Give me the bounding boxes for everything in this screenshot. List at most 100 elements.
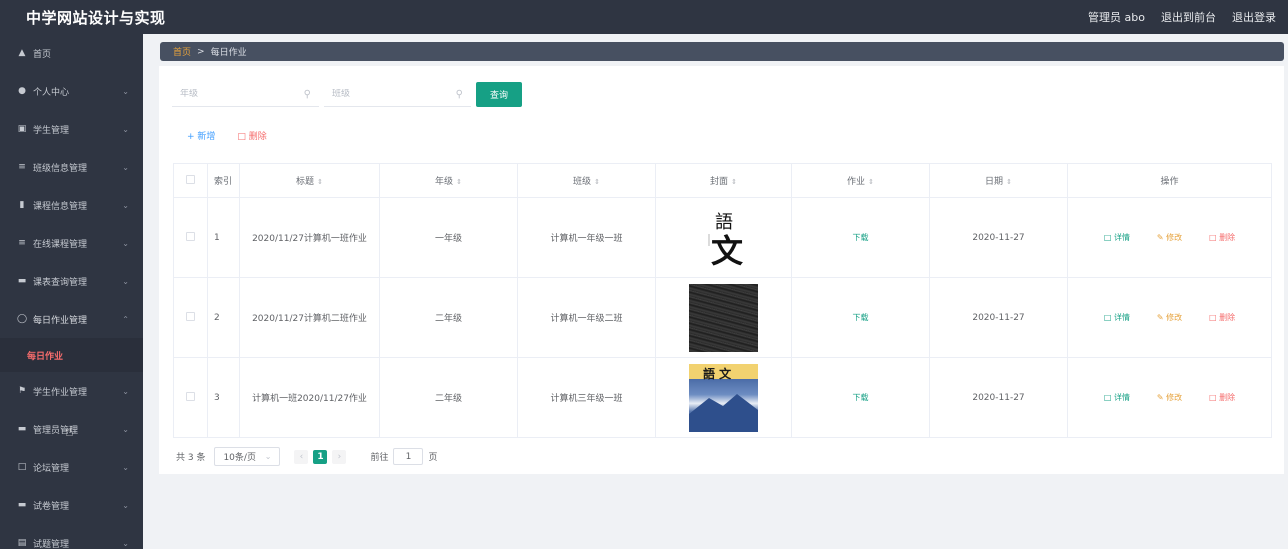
- edit-icon: ✎: [1156, 233, 1167, 242]
- frontend-link[interactable]: 退出到前台: [1161, 9, 1216, 25]
- svg-text:語: 語: [715, 212, 733, 233]
- sidebar-item-label: 试题管理: [33, 539, 70, 549]
- sidebar-item-questions[interactable]: ▤ 试题管理 ⌄: [0, 524, 143, 549]
- edit-button[interactable]: ✎ 修改: [1157, 393, 1182, 402]
- detail-label: 详情: [1114, 313, 1130, 322]
- delete-button[interactable]: □ 删除: [1209, 313, 1235, 322]
- delete-button[interactable]: □ 删除: [1209, 393, 1235, 402]
- column-header-ops: 操作: [1067, 163, 1272, 198]
- row-class: 计算机一年级一班: [517, 197, 656, 278]
- sidebar-item-course-info[interactable]: ▮ 课程信息管理 ⌄: [0, 186, 143, 224]
- detail-button[interactable]: □ 详情: [1104, 393, 1130, 402]
- select-all-cell: [173, 163, 208, 198]
- row-select-cell: [173, 197, 208, 278]
- flag-icon: ⚑: [17, 386, 27, 396]
- edit-button[interactable]: ✎ 修改: [1157, 233, 1182, 242]
- sidebar-item-forum[interactable]: □ 论坛管理 ⌄: [0, 448, 143, 486]
- edit-label: 修改: [1166, 313, 1183, 322]
- cover-image: [689, 283, 758, 352]
- breadcrumb: 首页 > 每日作业: [160, 42, 1284, 61]
- sidebar-item-students[interactable]: ▣ 学生管理 ⌄: [0, 110, 143, 148]
- chevron-down-icon: ⌄: [264, 452, 272, 461]
- edit-label: 修改: [1166, 233, 1183, 242]
- sidebar-item-student-homework[interactable]: ⚑ 学生作业管理 ⌄: [0, 372, 143, 410]
- row-date: 2020-11-27: [929, 277, 1068, 358]
- goto-page-input[interactable]: [393, 448, 424, 465]
- page-size-select[interactable]: 10条/页 ⌄: [214, 447, 281, 466]
- column-label: 班级: [573, 177, 592, 187]
- document-icon: □: [1103, 233, 1114, 242]
- row-homework-cell: 下载: [791, 197, 930, 278]
- sidebar-item-label: 课表查询管理: [33, 277, 88, 288]
- sidebar-item-home[interactable]: ▲ 首页: [0, 34, 143, 72]
- row-date: 2020-11-27: [929, 197, 1068, 278]
- sidebar-item-profile[interactable]: ● 个人中心 ⌄: [0, 72, 143, 110]
- app-title: 中学网站设计与实现: [26, 8, 166, 27]
- row-title: 计算机一班2020/11/27作业: [239, 357, 380, 438]
- sidebar-item-papers[interactable]: ▬ 试卷管理 ⌄: [0, 486, 143, 524]
- chevron-down-icon: ⌄: [122, 162, 129, 172]
- edit-button[interactable]: ✎ 修改: [1157, 313, 1182, 322]
- homework-table: 索引 标题 ⇕ 年级 ⇕ 班级 ⇕ 封面 ⇕ 作业 ⇕ 日期 ⇕ 操作 1 2020/11/…: [173, 163, 1272, 438]
- sidebar-item-label: 试卷管理: [33, 501, 70, 512]
- sidebar-item-class-info[interactable]: ≡ 班级信息管理 ⌄: [0, 148, 143, 186]
- breadcrumb-home[interactable]: 首页: [173, 45, 191, 58]
- header-actions: 管理员 abo 退出到前台 退出登录: [1088, 9, 1276, 25]
- next-page-button[interactable]: ›: [332, 449, 347, 464]
- chevron-down-icon: ⌄: [122, 238, 129, 248]
- column-header-date[interactable]: 日期 ⇕: [929, 163, 1068, 198]
- column-header-grade[interactable]: 年级 ⇕: [379, 163, 518, 198]
- row-grade: 二年级: [379, 357, 518, 438]
- row-checkbox[interactable]: [186, 391, 195, 401]
- column-label: 年级: [435, 177, 454, 187]
- hand-cursor-icon: ☝: [65, 424, 74, 440]
- column-header-class[interactable]: 班级 ⇕: [517, 163, 656, 198]
- row-title: 2020/11/27计算机二班作业: [239, 277, 380, 358]
- detail-button[interactable]: □ 详情: [1104, 313, 1130, 322]
- download-link[interactable]: 下载: [853, 393, 869, 402]
- column-header-cover[interactable]: 封面 ⇕: [655, 163, 792, 198]
- delete-button[interactable]: □ 删除: [1209, 233, 1235, 242]
- page-number-current[interactable]: 1: [313, 449, 328, 464]
- row-ops: □ 详情 ✎ 修改 □ 删除: [1067, 277, 1272, 358]
- row-checkbox[interactable]: [186, 311, 195, 321]
- column-header-homework[interactable]: 作业 ⇕: [791, 163, 930, 198]
- row-checkbox[interactable]: [186, 231, 195, 241]
- delete-label: 删除: [1219, 313, 1236, 322]
- sidebar-item-label: 每日作业管理: [33, 315, 88, 326]
- column-header-title[interactable]: 标题 ⇕: [239, 163, 380, 198]
- row-select-cell: [173, 357, 208, 438]
- logout-link[interactable]: 退出登录: [1232, 9, 1276, 25]
- sidebar-item-daily-homework[interactable]: ◯ 每日作业管理 ⌃: [0, 300, 143, 338]
- sidebar-item-label: 班级信息管理: [33, 163, 88, 174]
- pagination: 共 3 条 10条/页 ⌄ ‹ 1 › 前往 页: [176, 447, 437, 466]
- query-button[interactable]: 查询: [476, 82, 522, 107]
- cover-image: 語 文: [689, 363, 758, 432]
- toolbar: + 新增 □ 删除: [187, 129, 267, 142]
- batch-delete-button[interactable]: □ 删除: [237, 129, 266, 142]
- sort-icon: ⇕: [456, 178, 462, 186]
- row-cover-cell: 語 文: [655, 357, 792, 438]
- delete-label: 删除: [1219, 393, 1236, 402]
- table-row: 1 2020/11/27计算机一班作业 一年级 计算机一年级一班 語 文 下载 …: [173, 197, 1272, 278]
- download-link[interactable]: 下载: [853, 233, 869, 242]
- add-button[interactable]: + 新增: [187, 129, 215, 142]
- column-header-index: 索引: [207, 163, 240, 198]
- detail-button[interactable]: □ 详情: [1104, 233, 1130, 242]
- prev-page-button[interactable]: ‹: [294, 449, 309, 464]
- home-icon: ▲: [18, 48, 26, 58]
- download-link[interactable]: 下载: [853, 313, 869, 322]
- class-filter: ⚲: [324, 82, 471, 107]
- clock-icon: ◯: [16, 314, 28, 324]
- row-index: 2: [207, 277, 240, 358]
- sidebar-item-online-course[interactable]: ≡ 在线课程管理 ⌄: [0, 224, 143, 262]
- class-input[interactable]: [332, 89, 442, 99]
- sidebar-item-label: 首页: [33, 49, 52, 60]
- row-index: 1: [207, 197, 240, 278]
- search-icon: ⚲: [303, 88, 311, 100]
- sidebar-subitem-daily-homework[interactable]: 每日作业: [0, 338, 143, 372]
- grade-input[interactable]: [180, 89, 290, 99]
- select-all-checkbox[interactable]: [186, 174, 195, 184]
- table-row: 3 计算机一班2020/11/27作业 二年级 计算机三年级一班 語 文 下载 …: [173, 357, 1272, 438]
- sidebar-item-timetable[interactable]: ▬ 课表查询管理 ⌄: [0, 262, 143, 300]
